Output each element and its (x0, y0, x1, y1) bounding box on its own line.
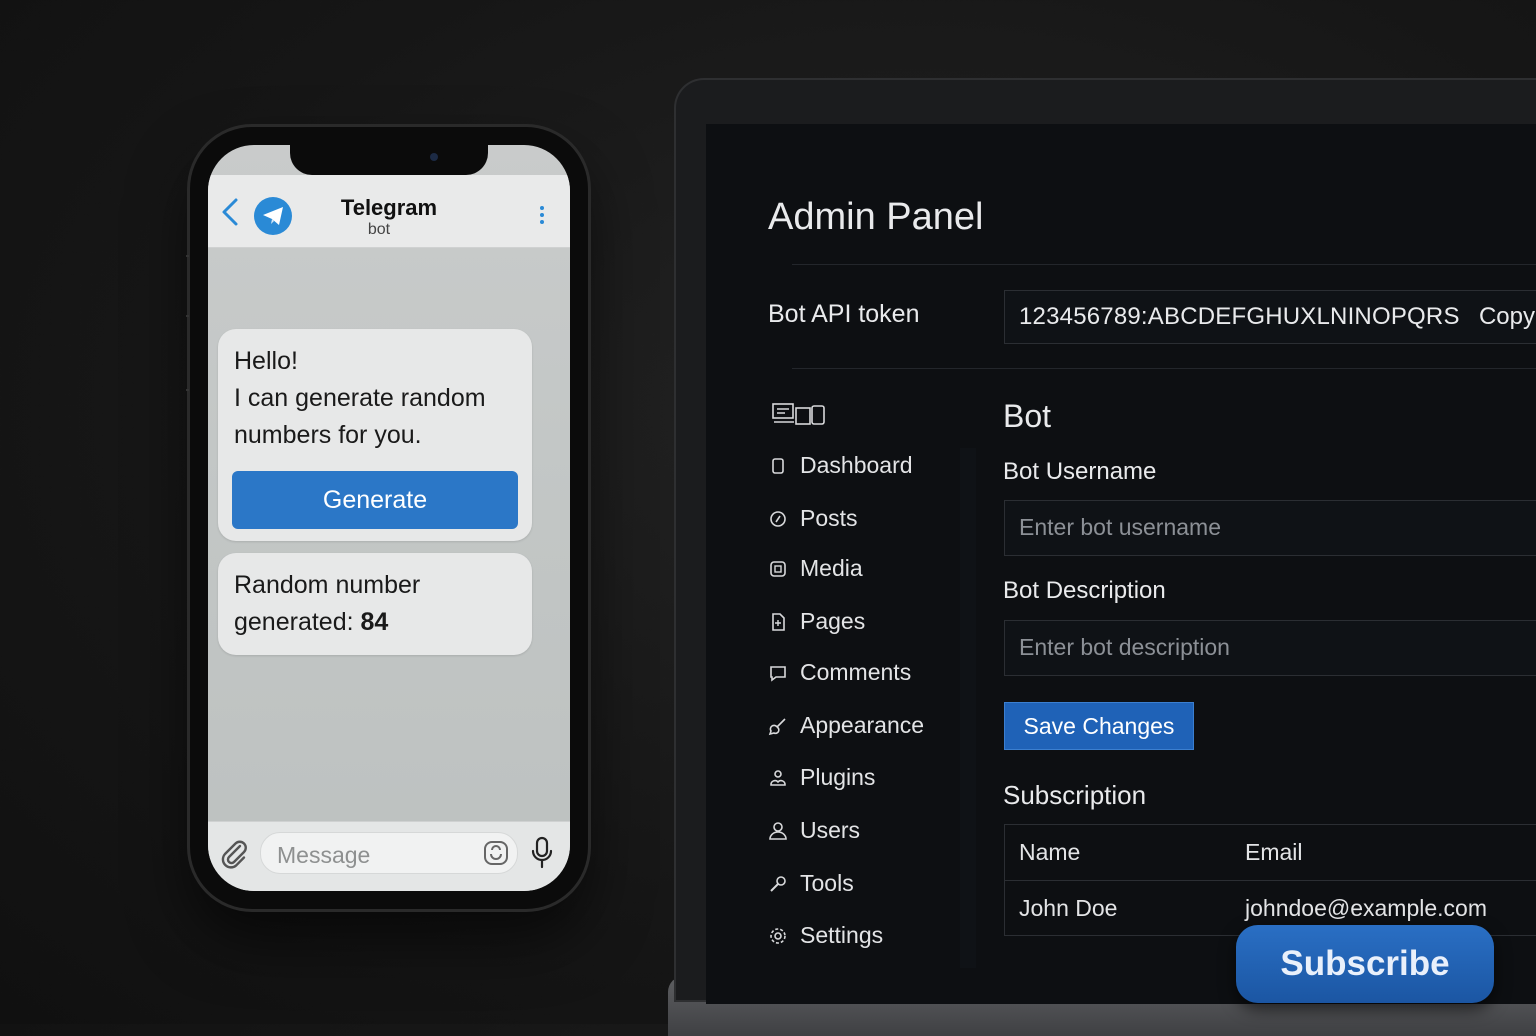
page-icon (768, 612, 788, 632)
divider (792, 264, 1536, 265)
phone-side-button (186, 389, 189, 391)
sidebar-item-plugins[interactable]: Plugins (764, 760, 974, 796)
copy-button[interactable]: Copy (1479, 303, 1535, 331)
subscription-table: Name Email John Doe johndoe@example.com (1004, 824, 1536, 936)
token-value: 123456789:ABCDEFGHUXLNINOPQRS (1019, 303, 1460, 330)
plugin-icon (768, 768, 788, 788)
message-text: Hello! I can generate random numbers for… (234, 343, 524, 454)
column-header-email: Email (1245, 839, 1303, 865)
divider (792, 368, 1536, 369)
sidebar-item-label: Users (800, 817, 861, 843)
sidebar-item-tools[interactable]: Tools (764, 866, 974, 902)
message-input[interactable]: Message (260, 832, 518, 874)
sidebar-item-label: Appearance (800, 712, 925, 738)
message-composer: Message (208, 821, 570, 891)
sidebar-item-media[interactable]: Media (764, 551, 974, 587)
sidebar-item-label: Plugins (800, 764, 876, 790)
message-text: Random number generated: 84 (234, 567, 524, 641)
telegram-screen: Telegram bot Hello! I can generate rando… (208, 145, 570, 891)
message-line: Random number (234, 571, 421, 599)
chat-header: Telegram bot (208, 175, 570, 248)
cell-email: johndoe@example.com (1245, 895, 1487, 921)
subscribe-button[interactable]: Subscribe (1236, 925, 1494, 1003)
message-line: numbers for you. (234, 421, 422, 449)
message-line: generated: 84 (234, 604, 524, 641)
comment-icon (768, 663, 788, 683)
cell-name: John Doe (1019, 895, 1118, 921)
sidebar-item-appearance[interactable]: Appearance (764, 708, 974, 744)
sidebar-item-users[interactable]: Users (764, 813, 974, 849)
token-field[interactable]: 123456789:ABCDEFGHUXLNINOPQRS Copy (1004, 290, 1536, 344)
chat-subtitle: bot (367, 221, 391, 238)
sidebar-item-label: Posts (800, 505, 858, 531)
page-title: Admin Panel (768, 196, 984, 238)
description-placeholder: Enter bot description (1019, 634, 1230, 660)
sticker-icon[interactable] (483, 840, 509, 866)
microphone-icon[interactable] (530, 836, 554, 870)
message-line: I can generate random (234, 384, 486, 412)
sidebar-item-label: Media (800, 555, 863, 581)
phone-side-button (186, 255, 189, 257)
pin-icon (768, 509, 788, 529)
bot-message-result: Random number generated: 84 (218, 553, 532, 655)
subscription-title: Subscription (1003, 780, 1147, 810)
sidebar-item-label: Comments (800, 659, 912, 685)
sidebar-item-dashboard[interactable]: Dashboard (764, 448, 974, 484)
devices-icon (772, 402, 826, 426)
sidebar-item-pages[interactable]: Pages (764, 604, 974, 640)
description-label: Bot Description (1003, 577, 1166, 604)
random-number-value: 84 (360, 608, 389, 636)
column-header-name: Name (1019, 839, 1081, 865)
more-options-icon[interactable] (536, 203, 548, 227)
section-title: Bot (1003, 398, 1052, 434)
sidebar-item-settings[interactable]: Settings (764, 918, 974, 954)
user-icon (768, 821, 788, 841)
admin-screen: Admin Panel Bot API token 123456789:ABCD… (706, 124, 1536, 1004)
table-header-row: Name Email (1005, 825, 1536, 879)
attach-icon[interactable] (220, 838, 248, 870)
media-icon (768, 559, 788, 579)
brush-icon (768, 716, 788, 736)
bot-message-greeting: Hello! I can generate random numbers for… (218, 329, 532, 541)
sidebar-item-label: Pages (800, 608, 866, 634)
camera-icon (430, 153, 438, 161)
sidebar-item-posts[interactable]: Posts (764, 501, 974, 537)
generate-button[interactable]: Generate (232, 471, 518, 529)
phone-side-button (186, 315, 189, 317)
username-label: Bot Username (1003, 458, 1157, 485)
result-prefix: generated: (234, 608, 361, 636)
sidebar-item-label: Settings (800, 922, 884, 948)
gear-icon (768, 926, 788, 946)
message-placeholder: Message (277, 842, 371, 868)
wrench-icon (768, 874, 788, 894)
laptop: Admin Panel Bot API token 123456789:ABCD… (676, 80, 1536, 1004)
phone-notch (290, 145, 488, 175)
bot-username-input[interactable]: Enter bot username (1004, 500, 1536, 556)
save-changes-button[interactable]: Save Changes (1004, 702, 1194, 750)
username-placeholder: Enter bot username (1019, 514, 1222, 540)
sidebar-item-label: Dashboard (800, 452, 913, 478)
chat-title: Telegram (340, 195, 438, 220)
message-line: Hello! (234, 347, 298, 375)
phone: Telegram bot Hello! I can generate rando… (186, 127, 588, 909)
sidebar-item-label: Tools (800, 870, 854, 896)
token-label: Bot API token (768, 300, 920, 328)
bot-description-input[interactable]: Enter bot description (1004, 620, 1536, 676)
sidebar-item-comments[interactable]: Comments (764, 655, 974, 691)
document-icon (768, 456, 788, 476)
